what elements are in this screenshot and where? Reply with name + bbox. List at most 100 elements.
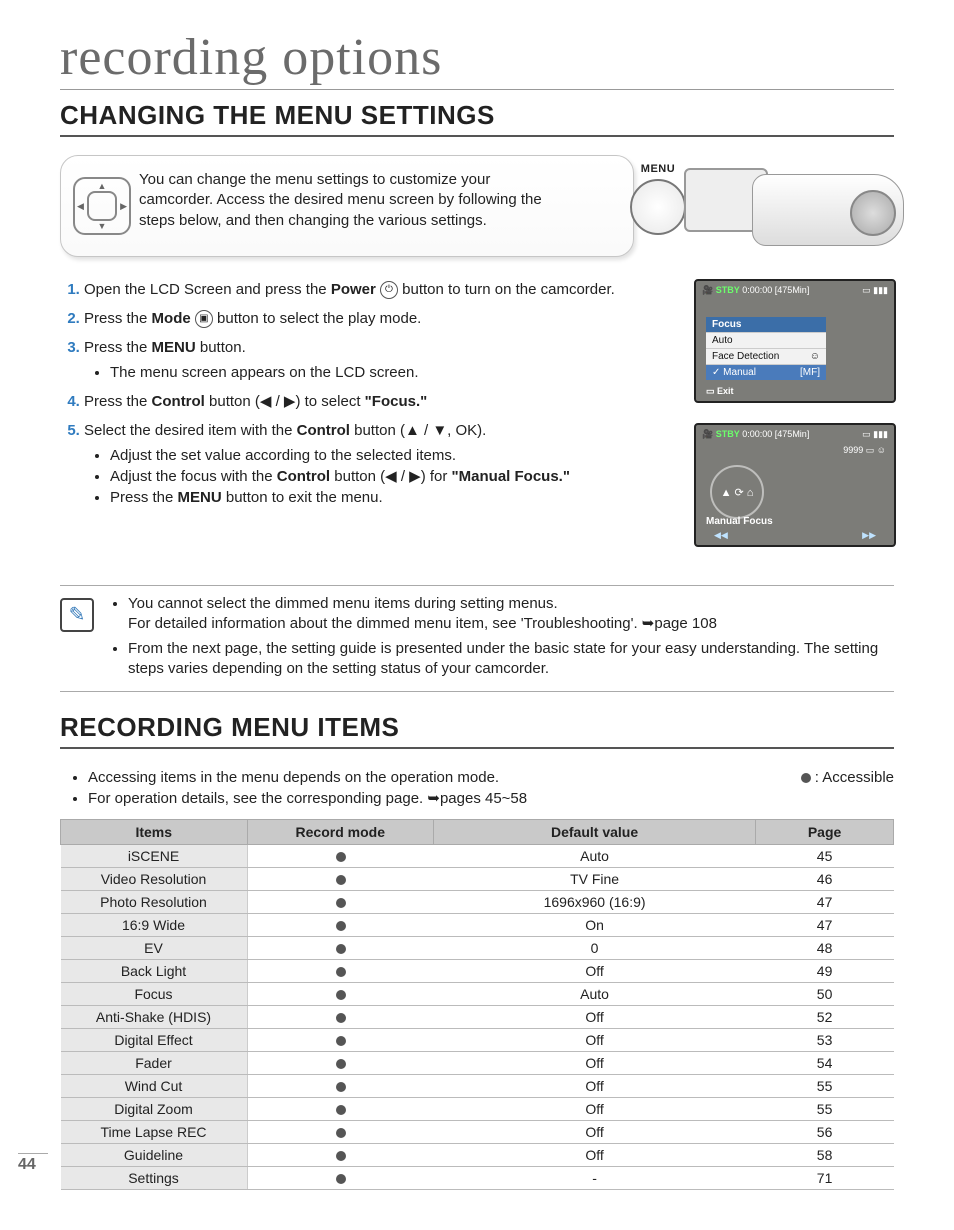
pre-table-notes: : Accessible Accessing items in the menu… bbox=[60, 767, 894, 809]
cell-page: 50 bbox=[756, 983, 894, 1006]
table-row: Settings-71 bbox=[61, 1167, 894, 1190]
cell-default: Off bbox=[434, 1006, 756, 1029]
cell-item: Settings bbox=[61, 1167, 248, 1190]
card-icon: ▭ ▮▮▮ bbox=[862, 285, 888, 296]
cell-default: Off bbox=[434, 1121, 756, 1144]
cell-record-mode bbox=[247, 845, 434, 868]
intro-text: You can change the menu settings to cust… bbox=[139, 171, 542, 229]
cell-page: 54 bbox=[756, 1052, 894, 1075]
lcd-exit-label: ▭ Exit bbox=[706, 386, 734, 397]
cell-item: EV bbox=[61, 937, 248, 960]
accessible-dot-icon bbox=[336, 875, 346, 885]
pre-table-b1: Accessing items in the menu depends on t… bbox=[88, 767, 894, 788]
cell-page: 46 bbox=[756, 868, 894, 891]
accessible-dot-icon bbox=[336, 1036, 346, 1046]
lcd-option-auto: Auto bbox=[706, 332, 826, 348]
accessible-dot-icon bbox=[336, 898, 346, 908]
table-row: iSCENEAuto45 bbox=[61, 845, 894, 868]
cell-default: Off bbox=[434, 1098, 756, 1121]
left-arrow-icon: ◀◀ bbox=[714, 530, 728, 541]
step-1: Open the LCD Screen and press the Power … bbox=[84, 279, 674, 300]
accessible-dot-icon bbox=[336, 852, 346, 862]
th-page: Page bbox=[756, 820, 894, 845]
table-row: Digital EffectOff53 bbox=[61, 1029, 894, 1052]
cell-default: Off bbox=[434, 1075, 756, 1098]
cell-record-mode bbox=[247, 1098, 434, 1121]
step-3-sub: The menu screen appears on the LCD scree… bbox=[110, 362, 674, 383]
accessible-dot-icon bbox=[336, 921, 346, 931]
cell-record-mode bbox=[247, 1144, 434, 1167]
cell-record-mode bbox=[247, 960, 434, 983]
cell-item: Fader bbox=[61, 1052, 248, 1075]
cell-item: Wind Cut bbox=[61, 1075, 248, 1098]
accessible-dot-icon bbox=[336, 990, 346, 1000]
cell-item: Back Light bbox=[61, 960, 248, 983]
section-changing-menu-settings: CHANGING THE MENU SETTINGS bbox=[60, 100, 894, 137]
camcorder-illustration bbox=[684, 150, 904, 260]
lcd-screenshot-manual-focus: 🎥 STBY 0:00:00 [475Min] ▭ ▮▮▮ 9999 ▭ ☺ ▲… bbox=[694, 423, 896, 547]
table-row: Wind Cut Off55 bbox=[61, 1075, 894, 1098]
accessible-dot-icon bbox=[336, 1105, 346, 1115]
accessible-dot-icon bbox=[336, 944, 346, 954]
menu-button-circle-icon bbox=[630, 179, 686, 235]
step-3: Press the MENU button. The menu screen a… bbox=[84, 337, 674, 383]
cell-page: 47 bbox=[756, 914, 894, 937]
cell-item: 16:9 Wide bbox=[61, 914, 248, 937]
accessible-dot-icon bbox=[336, 1059, 346, 1069]
cell-record-mode bbox=[247, 891, 434, 914]
note-2: From the next page, the setting guide is… bbox=[128, 639, 894, 680]
note-icon: ✎ bbox=[60, 598, 94, 632]
table-row: Time Lapse REC Off56 bbox=[61, 1121, 894, 1144]
pre-table-b2: For operation details, see the correspon… bbox=[88, 788, 894, 809]
th-items: Items bbox=[61, 820, 248, 845]
cell-item: iSCENE bbox=[61, 845, 248, 868]
accessible-dot-icon bbox=[336, 1013, 346, 1023]
cell-page: 53 bbox=[756, 1029, 894, 1052]
cell-record-mode bbox=[247, 1052, 434, 1075]
step-4: Press the Control button (◀ / ▶) to sele… bbox=[84, 391, 674, 412]
chapter-title: recording options bbox=[60, 28, 894, 90]
accessible-legend: : Accessible bbox=[801, 767, 894, 788]
table-row: Video ResolutionTV Fine46 bbox=[61, 868, 894, 891]
lcd-option-face-detection: Face Detection☺ bbox=[706, 348, 826, 364]
step-5-sub1: Adjust the set value according to the se… bbox=[110, 445, 674, 466]
cell-page: 56 bbox=[756, 1121, 894, 1144]
cell-item: Guideline bbox=[61, 1144, 248, 1167]
focus-ring-icon: ▲ ⟳ ⌂ bbox=[710, 465, 764, 519]
accessible-dot-icon bbox=[336, 1174, 346, 1184]
cell-item: Anti-Shake (HDIS) bbox=[61, 1006, 248, 1029]
table-row: Photo Resolution1696x960 (16:9)47 bbox=[61, 891, 894, 914]
section-recording-menu-items: RECORDING MENU ITEMS bbox=[60, 712, 894, 749]
recording-menu-table: Items Record mode Default value Page iSC… bbox=[60, 819, 894, 1190]
lcd-screenshot-focus-menu: 🎥 STBY 0:00:00 [475Min] ▭ ▮▮▮ Focus Auto… bbox=[694, 279, 896, 403]
step-5-sub2: Adjust the focus with the Control button… bbox=[110, 466, 674, 487]
manual-focus-label: Manual Focus bbox=[706, 516, 773, 527]
dpad-icon: ▲▼◀▶ bbox=[73, 177, 131, 235]
cell-page: 58 bbox=[756, 1144, 894, 1167]
cell-default: Auto bbox=[434, 983, 756, 1006]
accessible-dot-icon bbox=[336, 967, 346, 977]
cell-record-mode bbox=[247, 983, 434, 1006]
cell-page: 47 bbox=[756, 891, 894, 914]
cell-record-mode bbox=[247, 1075, 434, 1098]
cell-record-mode bbox=[247, 1121, 434, 1144]
table-row: EV048 bbox=[61, 937, 894, 960]
cell-default: 0 bbox=[434, 937, 756, 960]
steps-list: Open the LCD Screen and press the Power … bbox=[60, 279, 674, 508]
right-arrow-icon: ▶▶ bbox=[862, 530, 876, 541]
cell-record-mode bbox=[247, 914, 434, 937]
cell-record-mode bbox=[247, 937, 434, 960]
table-row: 16:9 WideOn47 bbox=[61, 914, 894, 937]
table-row: Back LightOff49 bbox=[61, 960, 894, 983]
power-icon: ⏻ bbox=[380, 281, 398, 299]
table-row: Anti-Shake (HDIS)Off52 bbox=[61, 1006, 894, 1029]
cell-item: Time Lapse REC bbox=[61, 1121, 248, 1144]
cell-item: Digital Effect bbox=[61, 1029, 248, 1052]
cell-record-mode bbox=[247, 868, 434, 891]
card-icon: ▭ ▮▮▮ bbox=[862, 429, 888, 440]
cell-page: 55 bbox=[756, 1098, 894, 1121]
table-row: Digital ZoomOff55 bbox=[61, 1098, 894, 1121]
cell-page: 55 bbox=[756, 1075, 894, 1098]
cell-default: Auto bbox=[434, 845, 756, 868]
mode-icon: ▣ bbox=[195, 310, 213, 328]
